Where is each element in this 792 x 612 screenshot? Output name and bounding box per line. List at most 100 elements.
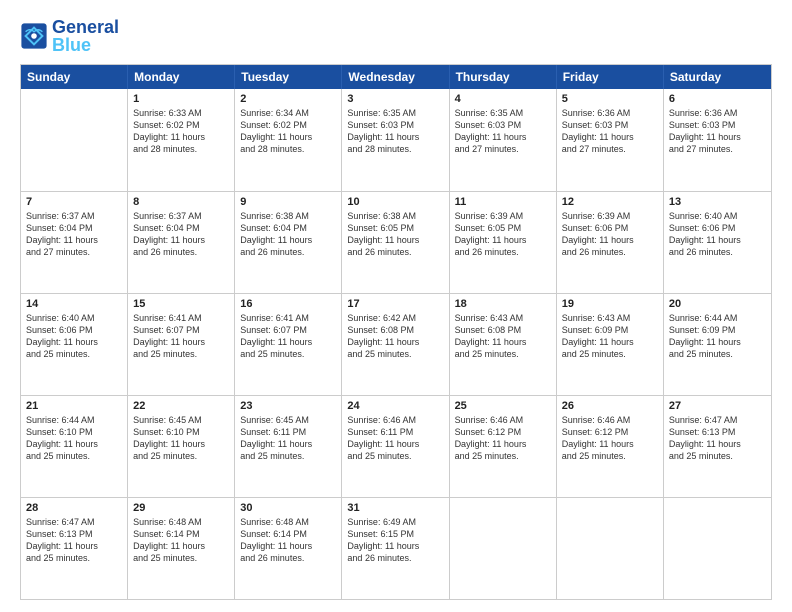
calendar-cell xyxy=(557,498,664,599)
header: General Blue xyxy=(20,18,772,54)
calendar-cell: 28 Sunrise: 6:47 AM Sunset: 6:13 PM Dayli… xyxy=(21,498,128,599)
day-number: 23 xyxy=(240,400,336,412)
day-info: Sunrise: 6:45 AM Sunset: 6:10 PM Dayligh… xyxy=(133,414,229,463)
calendar-cell: 20 Sunrise: 6:44 AM Sunset: 6:09 PM Dayli… xyxy=(664,294,771,395)
day-info: Sunrise: 6:35 AM Sunset: 6:03 PM Dayligh… xyxy=(347,107,443,156)
day-number: 28 xyxy=(26,502,122,514)
day-number: 8 xyxy=(133,196,229,208)
day-number: 22 xyxy=(133,400,229,412)
calendar-cell: 26 Sunrise: 6:46 AM Sunset: 6:12 PM Dayli… xyxy=(557,396,664,497)
calendar-cell: 23 Sunrise: 6:45 AM Sunset: 6:11 PM Dayli… xyxy=(235,396,342,497)
day-info: Sunrise: 6:38 AM Sunset: 6:05 PM Dayligh… xyxy=(347,210,443,259)
day-info: Sunrise: 6:40 AM Sunset: 6:06 PM Dayligh… xyxy=(26,312,122,361)
calendar-cell: 19 Sunrise: 6:43 AM Sunset: 6:09 PM Dayli… xyxy=(557,294,664,395)
day-info: Sunrise: 6:46 AM Sunset: 6:12 PM Dayligh… xyxy=(562,414,658,463)
day-number: 2 xyxy=(240,93,336,105)
calendar-cell: 13 Sunrise: 6:40 AM Sunset: 6:06 PM Dayli… xyxy=(664,192,771,293)
day-number: 20 xyxy=(669,298,766,310)
calendar-header: SundayMondayTuesdayWednesdayThursdayFrid… xyxy=(21,65,771,89)
calendar-cell: 7 Sunrise: 6:37 AM Sunset: 6:04 PM Daylig… xyxy=(21,192,128,293)
day-info: Sunrise: 6:43 AM Sunset: 6:08 PM Dayligh… xyxy=(455,312,551,361)
calendar-cell: 3Sunrise: 6:35 AM Sunset: 6:03 PM Daylig… xyxy=(342,89,449,191)
day-number: 31 xyxy=(347,502,443,514)
day-number: 7 xyxy=(26,196,122,208)
day-info: Sunrise: 6:41 AM Sunset: 6:07 PM Dayligh… xyxy=(240,312,336,361)
day-info: Sunrise: 6:46 AM Sunset: 6:12 PM Dayligh… xyxy=(455,414,551,463)
calendar-cell: 22 Sunrise: 6:45 AM Sunset: 6:10 PM Dayli… xyxy=(128,396,235,497)
calendar-cell: 8 Sunrise: 6:37 AM Sunset: 6:04 PM Daylig… xyxy=(128,192,235,293)
calendar-row: 21Sunrise: 6:44 AM Sunset: 6:10 PM Dayli… xyxy=(21,395,771,497)
day-info: Sunrise: 6:34 AM Sunset: 6:02 PM Dayligh… xyxy=(240,107,336,156)
day-number: 11 xyxy=(455,196,551,208)
header-day-monday: Monday xyxy=(128,65,235,89)
header-day-saturday: Saturday xyxy=(664,65,771,89)
day-info: Sunrise: 6:43 AM Sunset: 6:09 PM Dayligh… xyxy=(562,312,658,361)
day-info: Sunrise: 6:48 AM Sunset: 6:14 PM Dayligh… xyxy=(240,516,336,565)
day-number: 10 xyxy=(347,196,443,208)
calendar-row: 7 Sunrise: 6:37 AM Sunset: 6:04 PM Daylig… xyxy=(21,191,771,293)
day-number: 13 xyxy=(669,196,766,208)
day-number: 5 xyxy=(562,93,658,105)
calendar-cell: 17Sunrise: 6:42 AM Sunset: 6:08 PM Dayli… xyxy=(342,294,449,395)
day-number: 15 xyxy=(133,298,229,310)
calendar-cell: 10 Sunrise: 6:38 AM Sunset: 6:05 PM Dayli… xyxy=(342,192,449,293)
day-info: Sunrise: 6:44 AM Sunset: 6:09 PM Dayligh… xyxy=(669,312,766,361)
calendar-cell: 6 Sunrise: 6:36 AM Sunset: 6:03 PM Daylig… xyxy=(664,89,771,191)
day-number: 1 xyxy=(133,93,229,105)
day-number: 16 xyxy=(240,298,336,310)
calendar-cell: 16 Sunrise: 6:41 AM Sunset: 6:07 PM Dayli… xyxy=(235,294,342,395)
calendar-cell: 31 Sunrise: 6:49 AM Sunset: 6:15 PM Dayli… xyxy=(342,498,449,599)
header-day-tuesday: Tuesday xyxy=(235,65,342,89)
calendar-cell: 11Sunrise: 6:39 AM Sunset: 6:05 PM Dayli… xyxy=(450,192,557,293)
day-number: 19 xyxy=(562,298,658,310)
day-info: Sunrise: 6:39 AM Sunset: 6:06 PM Dayligh… xyxy=(562,210,658,259)
day-number: 6 xyxy=(669,93,766,105)
day-info: Sunrise: 6:48 AM Sunset: 6:14 PM Dayligh… xyxy=(133,516,229,565)
day-number: 27 xyxy=(669,400,766,412)
logo-blue: Blue xyxy=(52,36,119,54)
day-info: Sunrise: 6:36 AM Sunset: 6:03 PM Dayligh… xyxy=(669,107,766,156)
day-info: Sunrise: 6:37 AM Sunset: 6:04 PM Dayligh… xyxy=(26,210,122,259)
day-info: Sunrise: 6:37 AM Sunset: 6:04 PM Dayligh… xyxy=(133,210,229,259)
calendar-cell: 30 Sunrise: 6:48 AM Sunset: 6:14 PM Dayli… xyxy=(235,498,342,599)
logo-general: General xyxy=(52,18,119,36)
day-info: Sunrise: 6:47 AM Sunset: 6:13 PM Dayligh… xyxy=(669,414,766,463)
calendar-cell: 9Sunrise: 6:38 AM Sunset: 6:04 PM Daylig… xyxy=(235,192,342,293)
calendar-cell xyxy=(450,498,557,599)
day-info: Sunrise: 6:47 AM Sunset: 6:13 PM Dayligh… xyxy=(26,516,122,565)
day-info: Sunrise: 6:45 AM Sunset: 6:11 PM Dayligh… xyxy=(240,414,336,463)
calendar-cell: 27 Sunrise: 6:47 AM Sunset: 6:13 PM Dayli… xyxy=(664,396,771,497)
calendar-cell xyxy=(21,89,128,191)
day-number: 14 xyxy=(26,298,122,310)
header-day-sunday: Sunday xyxy=(21,65,128,89)
calendar-row: 14 Sunrise: 6:40 AM Sunset: 6:06 PM Dayli… xyxy=(21,293,771,395)
calendar: SundayMondayTuesdayWednesdayThursdayFrid… xyxy=(20,64,772,600)
calendar-body: 1Sunrise: 6:33 AM Sunset: 6:02 PM Daylig… xyxy=(21,89,771,599)
calendar-cell: 24 Sunrise: 6:46 AM Sunset: 6:11 PM Dayli… xyxy=(342,396,449,497)
calendar-cell: 21Sunrise: 6:44 AM Sunset: 6:10 PM Dayli… xyxy=(21,396,128,497)
header-day-wednesday: Wednesday xyxy=(342,65,449,89)
day-info: Sunrise: 6:49 AM Sunset: 6:15 PM Dayligh… xyxy=(347,516,443,565)
calendar-cell: 18Sunrise: 6:43 AM Sunset: 6:08 PM Dayli… xyxy=(450,294,557,395)
day-number: 26 xyxy=(562,400,658,412)
calendar-row: 1Sunrise: 6:33 AM Sunset: 6:02 PM Daylig… xyxy=(21,89,771,191)
calendar-cell: 14 Sunrise: 6:40 AM Sunset: 6:06 PM Dayli… xyxy=(21,294,128,395)
day-info: Sunrise: 6:40 AM Sunset: 6:06 PM Dayligh… xyxy=(669,210,766,259)
calendar-row: 28 Sunrise: 6:47 AM Sunset: 6:13 PM Dayli… xyxy=(21,497,771,599)
day-info: Sunrise: 6:36 AM Sunset: 6:03 PM Dayligh… xyxy=(562,107,658,156)
header-day-friday: Friday xyxy=(557,65,664,89)
day-info: Sunrise: 6:42 AM Sunset: 6:08 PM Dayligh… xyxy=(347,312,443,361)
logo-icon xyxy=(20,22,48,50)
calendar-cell: 25Sunrise: 6:46 AM Sunset: 6:12 PM Dayli… xyxy=(450,396,557,497)
day-number: 12 xyxy=(562,196,658,208)
day-number: 24 xyxy=(347,400,443,412)
day-info: Sunrise: 6:35 AM Sunset: 6:03 PM Dayligh… xyxy=(455,107,551,156)
day-info: Sunrise: 6:38 AM Sunset: 6:04 PM Dayligh… xyxy=(240,210,336,259)
calendar-cell: 4 Sunrise: 6:35 AM Sunset: 6:03 PM Daylig… xyxy=(450,89,557,191)
calendar-cell: 15Sunrise: 6:41 AM Sunset: 6:07 PM Dayli… xyxy=(128,294,235,395)
day-info: Sunrise: 6:46 AM Sunset: 6:11 PM Dayligh… xyxy=(347,414,443,463)
day-number: 4 xyxy=(455,93,551,105)
day-number: 30 xyxy=(240,502,336,514)
calendar-cell: 29Sunrise: 6:48 AM Sunset: 6:14 PM Dayli… xyxy=(128,498,235,599)
header-day-thursday: Thursday xyxy=(450,65,557,89)
